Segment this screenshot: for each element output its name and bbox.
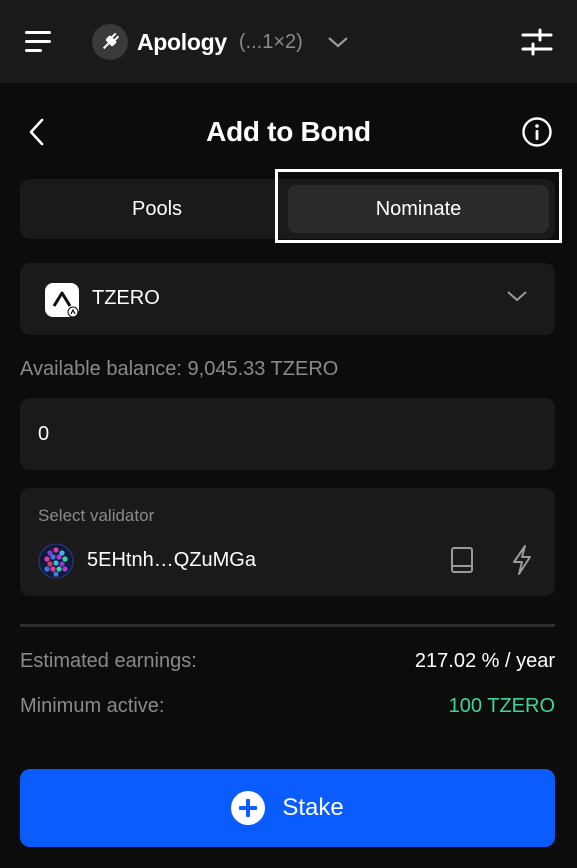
divider (20, 624, 555, 627)
minimum-active-value: 100 TZERO (448, 695, 555, 717)
token-select[interactable]: TZERO (20, 263, 555, 335)
tab-nominate[interactable]: Nominate (288, 185, 549, 233)
account-name: Apology (137, 28, 227, 55)
estimated-earnings-value: 217.02 % / year (414, 650, 555, 672)
validator-selector[interactable]: Select validator 5EHtnh…QZuMGa (20, 488, 555, 596)
book-icon[interactable] (450, 546, 474, 574)
validator-address: 5EHtnh…QZuMGa (87, 549, 256, 571)
token-logo-icon (45, 283, 79, 318)
validator-label: Select validator (38, 506, 155, 525)
identicon (38, 543, 74, 579)
chevron-down-icon (506, 289, 528, 308)
page-header: Add to Bond (0, 100, 577, 164)
stake-button-label: Stake (282, 794, 344, 821)
top-bar: Apology (...1×2) (0, 0, 577, 83)
account-address: (...1×2) (238, 30, 303, 53)
page-title: Add to Bond (206, 116, 371, 147)
minimum-active-label: Minimum active: (20, 695, 165, 717)
bolt-icon[interactable] (510, 544, 534, 576)
chevron-down-icon (327, 35, 349, 49)
sliders-icon[interactable] (520, 27, 554, 57)
available-balance: Available balance: 9,045.33 TZERO (20, 358, 339, 380)
info-icon[interactable] (521, 116, 553, 148)
amount-field-container (20, 398, 555, 470)
plug-icon (92, 24, 128, 60)
stake-button[interactable]: Stake (20, 769, 555, 847)
tab-pools[interactable]: Pools (26, 185, 288, 233)
amount-input[interactable] (38, 398, 538, 470)
account-selector[interactable]: Apology (...1×2) (92, 24, 349, 60)
menu-icon[interactable] (22, 28, 54, 56)
plus-circle-icon (231, 791, 266, 825)
estimated-earnings-label: Estimated earnings: (20, 650, 197, 672)
token-name: TZERO (92, 287, 160, 309)
stake-type-tabs: Pools Nominate (20, 179, 555, 239)
